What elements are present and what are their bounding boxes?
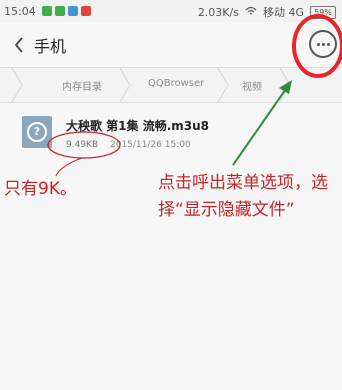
chevron-left-icon [14,36,23,53]
more-menu-button[interactable] [309,30,337,58]
breadcrumb-item-video[interactable]: 视频 [242,78,262,93]
file-date: 2015/11/26 15:00 [110,140,191,150]
breadcrumb-separator-icon [119,68,131,102]
file-name: 大秧歌 第1集 流畅.m3u8 [66,119,210,133]
more-dots-icon [316,42,320,46]
more-dots-icon [326,42,330,46]
carrier-label: 移动 4G [262,6,304,19]
more-dots-icon [321,42,325,46]
unknown-file-icon: ? [22,116,52,148]
breadcrumb: 内存目录 QQBrowser 视频 [0,67,342,103]
breadcrumb-item-qqbrowser[interactable]: QQBrowser [148,78,204,89]
wifi-icon [245,6,257,19]
breadcrumb-separator-icon [217,68,229,102]
status-time: 15:04 [4,4,36,18]
back-button[interactable] [10,32,28,58]
size-annotation: 只有9K。 [4,179,77,199]
file-size: 9.49KB [66,140,99,150]
app-notification-icon [80,6,91,16]
battery-icon: 59% [310,5,336,19]
app-notification-icon [41,6,52,16]
breadcrumb-separator-icon [279,68,291,102]
menu-annotation: 点击呼出菜单选项，选择“显示隐藏文件” [158,173,328,220]
network-speed: 2.03K/s [197,5,239,19]
breadcrumb-separator-icon [11,68,23,102]
question-mark-icon: ? [27,122,47,142]
page-title: 手机 [34,36,67,56]
app-notification-icon [67,6,78,16]
notification-icons [41,6,91,16]
breadcrumb-item-storage[interactable]: 内存目录 [62,78,102,93]
app-notification-icon [54,6,65,16]
status-bar: 15:04 2.03K/s 移动 4G 59% [0,0,342,22]
title-bar: 手机 [0,22,342,67]
